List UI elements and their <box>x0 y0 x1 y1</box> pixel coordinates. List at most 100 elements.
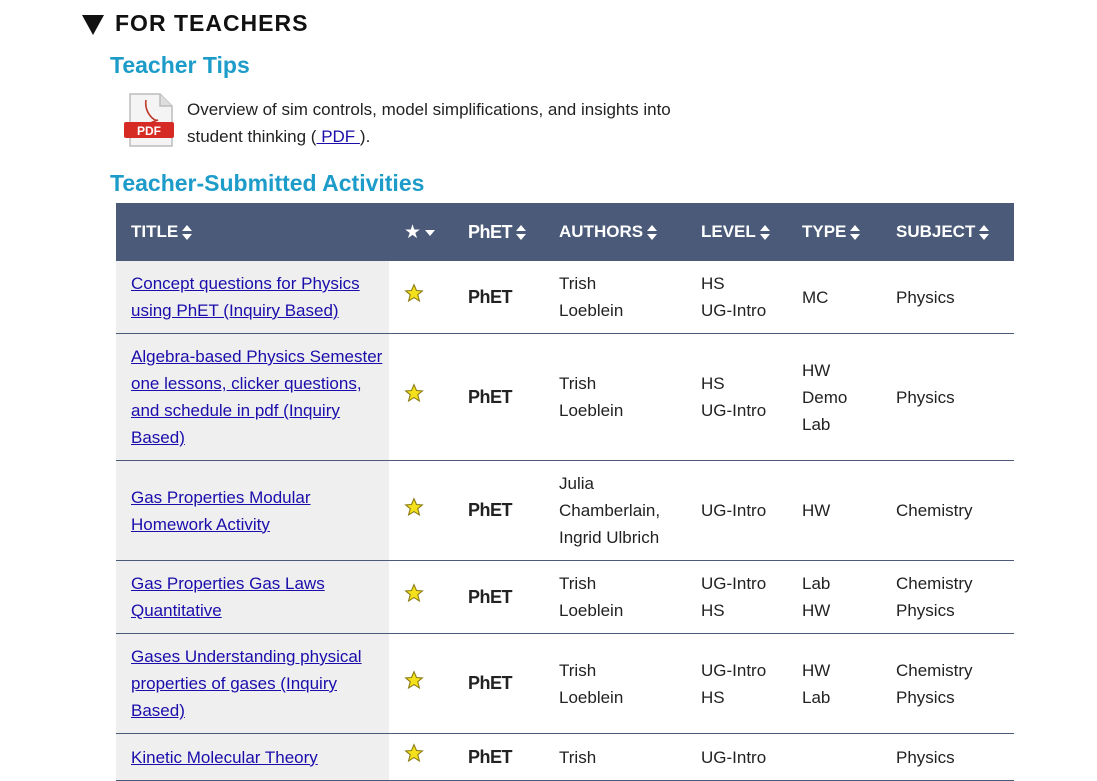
column-header-subject[interactable]: SUBJECT <box>881 203 1014 261</box>
phet-logo-icon: PhET <box>468 286 513 307</box>
activity-type-value: HW <box>802 660 831 680</box>
activities-table: TITLE ★ PhET AUTHORS LEVEL TYPE SUBJECT … <box>116 203 1014 781</box>
activity-level-value: HS <box>701 601 725 620</box>
activity-type-value: MC <box>802 287 829 307</box>
table-header-row: TITLE ★ PhET AUTHORS LEVEL TYPE SUBJECT <box>116 203 1014 261</box>
phet-designed-cell: PhET <box>453 333 544 461</box>
activity-title-cell: Gas Properties Modular Homework Activity <box>116 460 389 561</box>
activity-type-value: HW <box>802 601 831 620</box>
activity-title-link[interactable]: Gas Properties Gas Laws Quantitative <box>131 574 325 620</box>
activity-level-value: UG-Intro <box>701 660 767 680</box>
star-icon <box>404 283 424 303</box>
section-title: FOR TEACHERS <box>115 10 309 36</box>
chevron-down-icon <box>425 230 436 237</box>
table-row: Gases Understanding physical properties … <box>116 633 1014 734</box>
activity-level-value: UG-Intro <box>701 747 767 767</box>
activity-level-value: HS <box>701 274 725 293</box>
activity-type-value: HW <box>802 360 831 380</box>
activity-type-cell: HW Lab <box>787 633 881 734</box>
table-row: Gas Properties Modular Homework Activity… <box>116 460 1014 561</box>
activity-level-cell: UG-Intro HS <box>686 560 787 634</box>
column-label: AUTHORS <box>559 222 644 241</box>
activity-title-cell: Concept questions for Physics using PhET… <box>116 261 389 334</box>
activity-title-link[interactable]: Kinetic Molecular Theory <box>131 748 318 767</box>
section-header[interactable]: FOR TEACHERS <box>82 10 308 37</box>
activity-title-cell: Gas Properties Gas Laws Quantitative <box>116 560 389 634</box>
column-label: TYPE <box>802 222 847 241</box>
table-row: Algebra-based Physics Semester one lesso… <box>116 333 1014 461</box>
activity-subject-cell: Chemistry Physics <box>881 633 1014 734</box>
activity-level-value: HS <box>701 687 725 707</box>
teacher-tips-heading: Teacher Tips <box>110 52 250 78</box>
column-header-phet[interactable]: PhET <box>453 203 544 261</box>
activity-authors-value: Loeblein <box>559 301 624 320</box>
activity-authors-value: Loeblein <box>559 601 624 620</box>
phet-designed-cell: PhET <box>453 733 544 781</box>
column-label: LEVEL <box>701 222 756 241</box>
phet-logo-icon: PhET <box>468 586 513 607</box>
column-header-star[interactable]: ★ <box>389 203 453 261</box>
column-header-authors[interactable]: AUTHORS <box>544 203 686 261</box>
activity-authors-value: Chamberlain, <box>559 501 661 520</box>
pdf-icon-label: PDF <box>137 124 161 138</box>
table-row: Kinetic Molecular Theory PhET Trish UG-Intr… <box>116 733 1014 781</box>
activity-subject-value: Chemistry <box>896 501 973 520</box>
activity-level-cell: UG-Intro <box>686 733 787 781</box>
activity-title-link[interactable]: Algebra-based Physics Semester one lesso… <box>131 347 382 447</box>
phet-designed-cell: PhET <box>453 560 544 634</box>
activity-type-value: Demo <box>802 387 848 407</box>
table-row: Concept questions for Physics using PhET… <box>116 261 1014 334</box>
phet-designed-cell: PhET <box>453 460 544 561</box>
activity-type-value: HW <box>802 501 831 520</box>
activity-level-value: HS <box>701 374 725 393</box>
phet-designed-cell: PhET <box>453 261 544 334</box>
column-header-type[interactable]: TYPE <box>787 203 881 261</box>
activity-type-cell <box>787 733 881 781</box>
collapse-triangle-icon[interactable] <box>82 14 104 35</box>
activity-title-cell: Algebra-based Physics Semester one lesso… <box>116 333 389 461</box>
phet-logo-icon: PhET <box>468 673 513 693</box>
teacher-tips-description: Overview of sim controls, model simplifi… <box>187 96 727 150</box>
activity-level-cell: UG-Intro <box>686 460 787 561</box>
activity-authors-value: Trish <box>559 747 597 767</box>
activity-subject-cell: Physics <box>881 261 1014 334</box>
activity-level-value: UG-Intro <box>701 401 767 420</box>
column-label: TITLE <box>131 222 179 241</box>
activity-title-link[interactable]: Gas Properties Modular Homework Activity <box>131 488 311 534</box>
activity-subject-value: Physics <box>896 287 955 307</box>
activity-type-cell: HW <box>787 460 881 561</box>
activity-type-cell: HW Demo Lab <box>787 333 881 461</box>
column-header-level[interactable]: LEVEL <box>686 203 787 261</box>
activity-subject-cell: Physics <box>881 333 1014 461</box>
pdf-file-icon[interactable]: PDF <box>124 92 178 148</box>
star-icon: ★ <box>404 221 422 243</box>
column-header-title[interactable]: TITLE <box>116 203 389 261</box>
activity-authors-cell: Trish Loeblein <box>544 560 686 634</box>
activity-type-value: Lab <box>802 687 831 707</box>
activity-level-cell: HS UG-Intro <box>686 333 787 461</box>
activity-level-value: UG-Intro <box>701 501 767 520</box>
star-icon <box>404 583 424 603</box>
activity-authors-value: Julia <box>559 474 594 493</box>
phet-logo-icon: PhET <box>468 221 513 242</box>
activity-subject-cell: Chemistry Physics <box>881 560 1014 634</box>
star-icon <box>404 496 424 516</box>
activity-authors-value: Loeblein <box>559 401 624 420</box>
phet-logo-icon: PhET <box>468 500 513 520</box>
pdf-link[interactable]: PDF <box>316 127 359 146</box>
star-icon <box>404 743 424 763</box>
gold-star-cell <box>389 733 453 781</box>
activity-authors-cell: Julia Chamberlain, Ingrid Ulbrich <box>544 460 686 561</box>
activity-subject-value: Physics <box>896 601 955 620</box>
activity-type-cell: Lab HW <box>787 560 881 634</box>
activity-subject-cell: Chemistry <box>881 460 1014 561</box>
activity-title-link[interactable]: Concept questions for Physics using PhET… <box>131 274 360 320</box>
activity-title-link[interactable]: Gases Understanding physical properties … <box>131 647 362 720</box>
tips-text-end: ). <box>359 127 371 146</box>
activity-subject-value: Chemistry <box>896 660 973 680</box>
activity-authors-value: Trish <box>559 660 597 680</box>
activity-level-value: UG-Intro <box>701 574 767 593</box>
column-label: SUBJECT <box>896 222 976 241</box>
table-row: Gas Properties Gas Laws Quantitative PhET… <box>116 560 1014 634</box>
activity-authors-value: Ingrid Ulbrich <box>559 528 660 547</box>
